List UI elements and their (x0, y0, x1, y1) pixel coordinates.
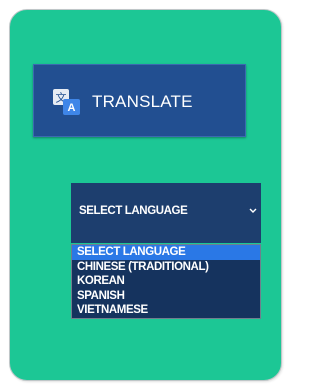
translate-panel: 文 A TRANSLATE SELECT LANGUAGE SELECT LAN… (9, 9, 282, 381)
svg-text:A: A (68, 102, 76, 114)
language-option-select-language[interactable]: SELECT LANGUAGE (72, 245, 260, 260)
language-option-vietnamese[interactable]: VIETNAMESE (72, 303, 260, 318)
language-select[interactable]: SELECT LANGUAGE (71, 183, 261, 243)
translate-label: TRANSLATE (92, 92, 193, 111)
language-options-list: SELECT LANGUAGE CHINESE (TRADITIONAL) KO… (71, 244, 261, 319)
translate-icon: 文 A (53, 89, 81, 116)
translate-button[interactable]: 文 A TRANSLATE (33, 64, 246, 137)
language-select-value: SELECT LANGUAGE (79, 205, 188, 217)
language-option-korean[interactable]: KOREAN (72, 274, 260, 289)
language-option-spanish[interactable]: SPANISH (72, 289, 260, 304)
language-option-chinese-traditional[interactable]: CHINESE (TRADITIONAL) (72, 260, 260, 275)
chevron-down-icon (248, 204, 258, 216)
